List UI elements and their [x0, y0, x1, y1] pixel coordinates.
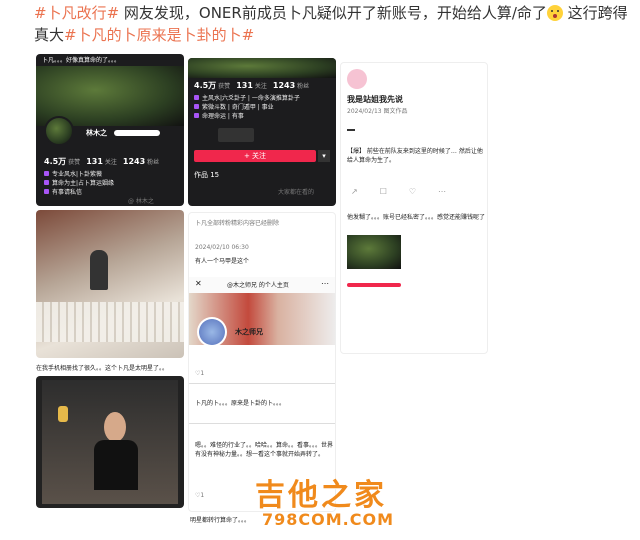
- profile-name: 林木之: [86, 129, 107, 137]
- headline-text: 网友发现，ONER前成员卜凡疑似开了新账号，开始给人算/命了: [119, 4, 547, 22]
- divider: [347, 129, 355, 131]
- redacted-bar: [114, 130, 160, 136]
- post-body: 【爆】 前些在前队友来到这里的时候了… 然后让他给人算命为生了。: [347, 148, 483, 164]
- small-thumb: [218, 128, 254, 142]
- photo-6-video-screenshot[interactable]: [36, 376, 184, 508]
- avatar: [197, 317, 227, 347]
- profile-stats: 4.5万 获赞 131 关注 1243 粉丝: [194, 81, 310, 90]
- comment-1: 他发糊了。。。账号已经私密了。。。感觉还能赚钱呢了: [347, 214, 486, 221]
- question-text: 有人一个马甲是这个: [195, 258, 250, 265]
- photo-4-caption: 在我手机相册找了很久。。这个卜凡是太明星了。。: [36, 365, 169, 372]
- embedded-screenshot: [347, 235, 401, 269]
- person-face: [104, 412, 126, 442]
- watermark-logo: 吉他之家: [255, 478, 387, 513]
- footer-credit: 大家都在看的: [278, 189, 315, 196]
- post-headline: #卜凡改行# 网友发现，ONER前成员卜凡疑似开了新账号，开始给人算/命了 这行…: [34, 2, 634, 46]
- post-date: 2024/02/13 图文作品: [347, 108, 408, 115]
- photo-2-profile-screenshot[interactable]: 4.5万 获赞 131 关注 1243 粉丝 主风水|六爻卦子 | 一命多演推算卦子 …: [188, 58, 336, 206]
- top-caption: 卜凡。。。好像真算命的了。。。: [42, 57, 121, 64]
- photo-3-post-screenshot[interactable]: 我是站姐我先说 2024/02/13 图文作品 【爆】 前些在前队友来到这里的时…: [340, 62, 488, 354]
- bio-line-2: 紫微斗数 | 奇门遁甲 | 事业: [194, 103, 274, 112]
- footer-credit: @ 林木之: [128, 198, 154, 205]
- hashtag-bufan-career[interactable]: #卜凡改行#: [34, 4, 119, 22]
- follow-button[interactable]: + 关注: [194, 150, 316, 162]
- comment-icon[interactable]: ☐: [380, 187, 387, 196]
- share-icon[interactable]: ↗: [351, 187, 358, 196]
- white-railing: [36, 302, 184, 342]
- like-count: ♡1: [195, 492, 205, 499]
- person-silhouette: [90, 250, 108, 290]
- bio-line-1: 专业风水|卜卦紫薇: [44, 170, 102, 179]
- post-meta: 卜凡全部转粉精彩内容已经删除: [195, 220, 280, 227]
- photo-4-temple-photo[interactable]: [36, 210, 184, 358]
- post-actions: ↗ ☐ ♡ ⋯: [351, 187, 446, 196]
- divider: [189, 383, 335, 384]
- profile-name: 木之师兄: [235, 328, 263, 336]
- avatar: [44, 116, 74, 146]
- watermark-url: 798COM.COM: [262, 510, 395, 529]
- divider: [189, 423, 335, 424]
- close-icon[interactable]: ✕: [195, 279, 202, 288]
- more-icon[interactable]: ⋯: [321, 279, 329, 288]
- hashtag-bu-divination[interactable]: #卜凡的卜原来是卜卦的卜#: [64, 26, 254, 44]
- bio-line-3: 命理命运 | 有事: [194, 112, 244, 121]
- banner-image: [188, 58, 336, 78]
- post-date: 2024/02/10 06:30: [195, 244, 249, 251]
- profile-page-title: @木之师兄 的个人主页: [227, 282, 289, 289]
- more-dropdown-button[interactable]: ▾: [318, 150, 330, 162]
- person-body: [94, 440, 138, 490]
- bio-line-1: 主风水|六爻卦子 | 一命多演推算卦子: [194, 94, 300, 103]
- embedded-follow-button: [347, 283, 401, 287]
- poster-name: 我是站姐我先说: [347, 95, 403, 104]
- photo-1-profile-screenshot[interactable]: 卜凡。。。好像真算命的了。。。 林木之 4.5万 获赞 131 关注 1243 粉丝 …: [36, 54, 184, 206]
- comment-1: 卜凡的卜。。。原来是卜卦的卜。。。: [195, 400, 286, 407]
- avatar: [347, 69, 367, 89]
- like-count: ♡1: [195, 370, 205, 377]
- profile-stats: 4.5万 获赞 131 关注 1243 粉丝: [44, 157, 160, 166]
- shocked-emoji-icon: [546, 5, 563, 21]
- bio-line-3: 有事请私信: [44, 188, 82, 197]
- profile-header-bar: ✕ @木之师兄 的个人主页 ⋯: [189, 277, 335, 293]
- more-icon[interactable]: ⋯: [438, 187, 446, 196]
- photo-5-long-screenshot[interactable]: 卜凡全部转粉精彩内容已经删除 2024/02/10 06:30 有人一个马甲是这…: [188, 212, 336, 512]
- bio-line-2: 算命为主|占卜算运姻缘: [44, 179, 114, 188]
- amulet-icon: [58, 406, 68, 422]
- like-icon[interactable]: ♡: [409, 187, 416, 196]
- comment-2: 嗯。。难怪的行业了。。哈哈。。算命。。看事。。。世界有没有神秘力量。。想一看这个…: [195, 442, 334, 458]
- weibo-post: #卜凡改行# 网友发现，ONER前成员卜凡疑似开了新账号，开始给人算/命了 这行…: [0, 0, 640, 540]
- works-tab[interactable]: 作品 15: [194, 170, 219, 180]
